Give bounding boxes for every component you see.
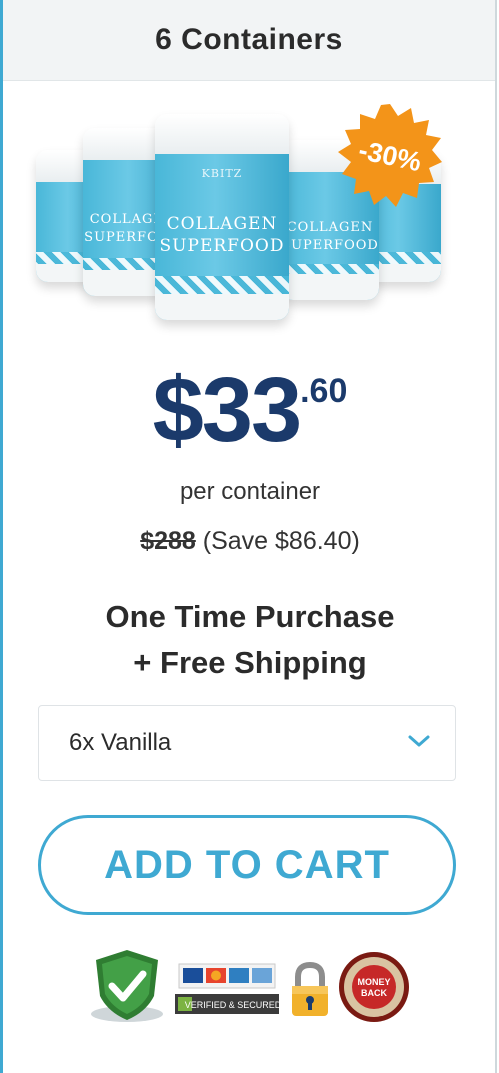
add-to-cart-button[interactable]: ADD TO CART <box>38 815 456 915</box>
purchase-type: One Time Purchase + Free Shipping <box>3 594 497 686</box>
flavor-select[interactable]: 6x Vanilla <box>38 705 456 781</box>
price-cents: .60 <box>300 372 348 410</box>
bundle-title: 6 Containers <box>3 0 495 81</box>
payment-cards-icon: VERIFIED & SECURED <box>173 962 282 1021</box>
flavor-select-value: 6x Vanilla <box>69 729 172 756</box>
product-jar: KBITZ COLLAGEN SUPERFOOD <box>155 114 289 320</box>
per-container-label: per container <box>179 478 321 505</box>
money-back-line-two: BACK <box>361 988 387 998</box>
savings-amount: (Save $86.40) <box>202 527 360 555</box>
money-back-guarantee-icon: MONEY BACK <box>337 950 411 1029</box>
money-back-line-one: MONEY <box>357 977 390 987</box>
price-display: $33.60 <box>3 360 497 460</box>
original-price: $288 <box>140 527 196 555</box>
purchase-line-two: + Free Shipping <box>133 645 367 680</box>
padlock-icon <box>289 961 331 1023</box>
discount-text: -30% <box>356 134 425 177</box>
secure-shield-check-icon <box>88 948 166 1029</box>
savings-line: $288 (Save $86.40) <box>3 527 497 556</box>
chevron-down-icon <box>408 735 430 747</box>
verified-secured-label: VERIFIED & SECURED <box>185 1000 281 1010</box>
discount-badge: -30% <box>338 104 442 208</box>
product-card: 6 Containers COLLAGEN SUPERFOOD COLLAGEN… <box>0 0 497 1073</box>
purchase-line-one: One Time Purchase <box>105 599 395 634</box>
price-dollars: $33 <box>152 359 302 461</box>
